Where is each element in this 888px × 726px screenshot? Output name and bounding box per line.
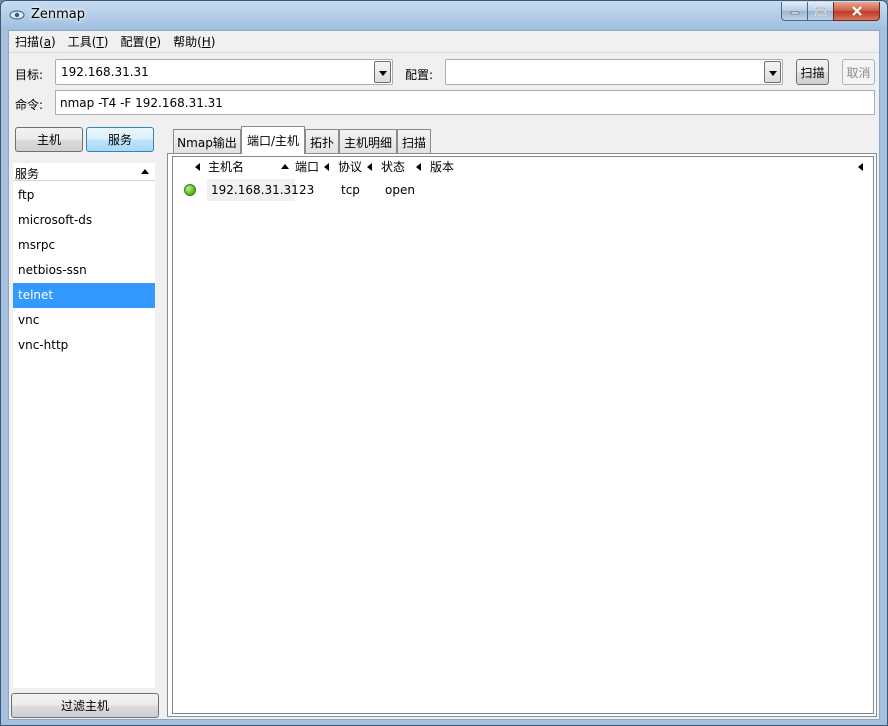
close-icon xyxy=(851,6,862,16)
client-area: 扫描(a) 工具(T) 配置(P) 帮助(H) 目标: 192.168.31.3… xyxy=(8,30,880,720)
filter-hosts-button[interactable]: 过滤主机 xyxy=(11,693,159,718)
ports-table: 主机名 端口 协议 状态 版本 192.168.31.31 23 tcp ope… xyxy=(172,156,874,714)
service-item-netbios-ssn[interactable]: netbios-ssn xyxy=(13,258,155,283)
target-dropdown-button[interactable] xyxy=(374,61,391,83)
minimize-icon xyxy=(790,11,799,15)
column-header-hostname[interactable]: 主机名 xyxy=(208,159,244,175)
tab-ports-hosts[interactable]: 端口/主机 xyxy=(241,126,305,154)
services-column-header[interactable]: 服务 xyxy=(13,163,155,181)
column-nav-left-icon[interactable] xyxy=(195,163,200,171)
profile-dropdown-button[interactable] xyxy=(764,61,781,83)
window-title: Zenmap xyxy=(31,7,86,22)
cell-hostname: 192.168.31.31 xyxy=(207,179,299,201)
scan-button[interactable]: 扫描 xyxy=(796,59,829,85)
service-item-ftp[interactable]: ftp xyxy=(13,183,155,208)
service-item-telnet[interactable]: telnet xyxy=(13,283,155,308)
column-arrow-icon xyxy=(324,163,329,171)
cell-port: 23 xyxy=(299,183,315,197)
profile-label: 配置: xyxy=(405,68,434,82)
menu-scan[interactable]: 扫描(a) xyxy=(9,32,62,52)
column-header-port[interactable]: 端口 xyxy=(295,159,319,175)
services-list: 服务 ftp microsoft-ds msrpc netbios-ssn te… xyxy=(13,163,155,688)
column-header-version[interactable]: 版本 xyxy=(430,159,454,175)
ports-hosts-panel: 主机名 端口 协议 状态 版本 192.168.31.31 23 tcp ope… xyxy=(167,153,877,717)
maximize-button[interactable] xyxy=(807,2,834,21)
title-bar[interactable]: Zenmap xyxy=(1,1,887,30)
command-value: nmap -T4 -F 192.168.31.31 xyxy=(60,96,223,110)
column-arrow-icon xyxy=(416,163,421,171)
profile-combo[interactable] xyxy=(445,59,783,85)
sort-ascending-icon xyxy=(141,169,149,174)
host-up-status-icon xyxy=(184,184,196,196)
service-item-vnc-http[interactable]: vnc-http xyxy=(13,333,155,358)
service-item-vnc[interactable]: vnc xyxy=(13,308,155,333)
column-arrow-icon xyxy=(367,163,372,171)
service-item-msrpc[interactable]: msrpc xyxy=(13,233,155,258)
tab-topology[interactable]: 拓扑 xyxy=(305,129,339,154)
service-item-microsoft-ds[interactable]: microsoft-ds xyxy=(13,208,155,233)
cancel-button[interactable]: 取消 xyxy=(842,59,875,85)
minimize-button[interactable] xyxy=(781,2,808,21)
close-button[interactable] xyxy=(833,2,880,21)
menu-tools[interactable]: 工具(T) xyxy=(62,32,115,52)
services-toggle-button[interactable]: 服务 xyxy=(86,127,154,152)
command-input[interactable]: nmap -T4 -F 192.168.31.31 xyxy=(55,90,875,115)
command-label: 命令: xyxy=(15,98,44,112)
menu-bar: 扫描(a) 工具(T) 配置(P) 帮助(H) xyxy=(9,31,879,53)
cell-protocol: tcp xyxy=(341,183,360,197)
zenmap-eye-icon xyxy=(9,10,25,20)
column-header-protocol[interactable]: 协议 xyxy=(338,159,362,175)
hosts-toggle-button[interactable]: 主机 xyxy=(15,127,83,152)
target-label: 目标: xyxy=(15,68,44,82)
column-header-state[interactable]: 状态 xyxy=(381,159,405,175)
menu-profile[interactable]: 配置(P) xyxy=(114,32,167,52)
target-value: 192.168.31.31 xyxy=(61,65,149,79)
target-combo[interactable]: 192.168.31.31 xyxy=(55,59,393,85)
tab-nmap-output[interactable]: Nmap输出 xyxy=(173,129,241,154)
maximize-icon xyxy=(815,6,826,16)
zenmap-window: Zenmap 扫描(a) 工具(T) 配置(P) 帮助(H) 目标: 192.1… xyxy=(0,0,888,726)
services-header-label: 服务 xyxy=(15,167,40,181)
column-nav-right-icon[interactable] xyxy=(858,163,863,171)
sort-ascending-icon xyxy=(281,164,289,169)
tab-scans[interactable]: 扫描 xyxy=(397,129,431,154)
tab-host-details[interactable]: 主机明细 xyxy=(339,129,397,154)
cell-state: open xyxy=(385,183,415,197)
menu-help[interactable]: 帮助(H) xyxy=(167,32,221,52)
